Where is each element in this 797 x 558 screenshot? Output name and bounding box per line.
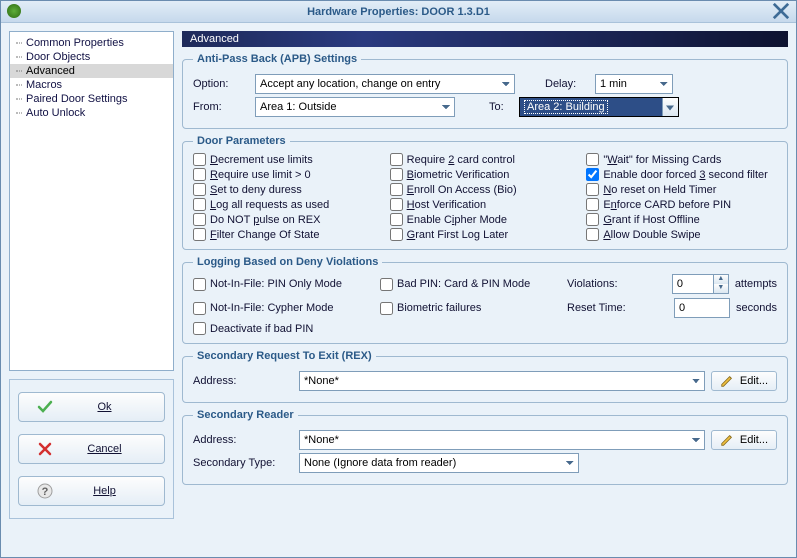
secondary-reader-group: Secondary Reader Address: *None* Edit...…: [182, 409, 788, 485]
svg-text:?: ?: [42, 486, 49, 498]
apb-option-select[interactable]: Accept any location, change on entry: [255, 74, 515, 94]
apb-to-label: To:: [489, 101, 513, 113]
door-params-group: Door Parameters Decrement use limits Req…: [182, 135, 788, 250]
nav-item-paired-door-settings[interactable]: Paired Door Settings: [10, 92, 173, 106]
apb-legend: Anti-Pass Back (APB) Settings: [193, 53, 361, 65]
edit-label: Edit...: [740, 375, 768, 387]
reader-edit-button[interactable]: Edit...: [711, 430, 777, 450]
window-title: Hardware Properties: DOOR 1.3.D1: [307, 6, 490, 18]
apb-group: Anti-Pass Back (APB) Settings Option: Ac…: [182, 53, 788, 129]
chk-nif-cypher[interactable]: Not-In-File: Cypher Mode: [193, 302, 374, 315]
nav-label: Macros: [26, 79, 62, 91]
nav-item-door-objects[interactable]: Door Objects: [10, 50, 173, 64]
violations-input[interactable]: [672, 274, 714, 294]
chk-set-to-deny-duress[interactable]: Set to deny duress: [193, 183, 384, 196]
chk-require-use-limit-gt-0[interactable]: Require use limit > 0: [193, 168, 384, 181]
chk-enroll-on-access-bio[interactable]: Enroll On Access (Bio): [390, 183, 581, 196]
chk-biometric-verification[interactable]: Biometric Verification: [390, 168, 581, 181]
reset-time-input[interactable]: [674, 298, 730, 318]
help-button[interactable]: ? Help: [18, 476, 165, 506]
chk-allow-double-swipe[interactable]: Allow Double Swipe: [586, 228, 777, 241]
cancel-label: Cancel: [73, 443, 156, 455]
ok-label: Ok: [73, 401, 156, 413]
pencil-icon: [720, 433, 734, 447]
help-label: Help: [73, 485, 156, 497]
cancel-button[interactable]: Cancel: [18, 434, 165, 464]
edit-label: Edit...: [740, 434, 768, 446]
section-header: Advanced: [182, 31, 788, 47]
dialog-buttons: Ok Cancel ? Help: [9, 379, 174, 519]
chk-bad-pin-card-and-pin[interactable]: Bad PIN: Card & PIN Mode: [380, 278, 561, 291]
chk-do-not-pulse-on-rex[interactable]: Do NOT pulse on REX: [193, 213, 384, 226]
nav-item-common-properties[interactable]: Common Properties: [10, 36, 173, 50]
nav-label: Auto Unlock: [26, 107, 85, 119]
logging-legend: Logging Based on Deny Violations: [193, 256, 382, 268]
ok-button[interactable]: Ok: [18, 392, 165, 422]
reader-sectype-select[interactable]: None (Ignore data from reader): [299, 453, 579, 473]
secondary-reader-legend: Secondary Reader: [193, 409, 298, 421]
violations-label: Violations:: [567, 278, 666, 290]
chk-decrement-use-limits[interactable]: Decrement use limits: [193, 153, 384, 166]
chk-log-all-requests-as-used[interactable]: Log all requests as used: [193, 198, 384, 211]
nav-label: Paired Door Settings: [26, 93, 128, 105]
x-icon: [37, 441, 53, 457]
reader-address-label: Address:: [193, 434, 293, 446]
apb-to-value: Area 2: Building: [524, 100, 608, 114]
chk-nif-pin-only[interactable]: Not-In-File: PIN Only Mode: [193, 278, 374, 291]
pencil-icon: [720, 374, 734, 388]
reader-sectype-label: Secondary Type:: [193, 457, 293, 469]
nav-item-advanced[interactable]: Advanced: [10, 64, 173, 78]
secondary-rex-legend: Secondary Request To Exit (REX): [193, 350, 376, 362]
chk-enable-door-forced-3s[interactable]: Enable door forced 3 second filter: [586, 168, 777, 181]
nav-item-macros[interactable]: Macros: [10, 78, 173, 92]
door-params-legend: Door Parameters: [193, 135, 290, 147]
apb-from-label: From:: [193, 101, 249, 113]
reader-address-select[interactable]: *None*: [299, 430, 705, 450]
chevron-down-icon: [662, 98, 678, 116]
spinner-arrows-icon[interactable]: ▲▼: [714, 274, 729, 294]
chk-require-2-card-control[interactable]: Require 2 card control: [390, 153, 581, 166]
reset-time-label: Reset Time:: [567, 302, 668, 314]
nav-tree: Common Properties Door Objects Advanced …: [9, 31, 174, 371]
apb-from-select[interactable]: Area 1: Outside: [255, 97, 455, 117]
section-header-label: Advanced: [190, 33, 239, 45]
chk-grant-first-log-later[interactable]: Grant First Log Later: [390, 228, 581, 241]
chk-enforce-card-before-pin[interactable]: Enforce CARD before PIN: [586, 198, 777, 211]
close-icon[interactable]: [772, 4, 790, 18]
chk-no-reset-on-held-timer[interactable]: No reset on Held Timer: [586, 183, 777, 196]
nav-label: Common Properties: [26, 37, 124, 49]
rex-address-label: Address:: [193, 375, 293, 387]
app-icon: [7, 4, 21, 18]
chk-biometric-failures[interactable]: Biometric failures: [380, 302, 561, 315]
help-icon: ?: [37, 483, 53, 499]
rex-address-select[interactable]: *None*: [299, 371, 705, 391]
apb-delay-label: Delay:: [545, 78, 589, 90]
titlebar: Hardware Properties: DOOR 1.3.D1: [1, 1, 796, 23]
chk-filter-change-of-state[interactable]: Filter Change Of State: [193, 228, 384, 241]
check-icon: [37, 399, 53, 415]
chk-host-verification[interactable]: Host Verification: [390, 198, 581, 211]
chk-enable-cipher-mode[interactable]: Enable Cipher Mode: [390, 213, 581, 226]
apb-delay-select[interactable]: 1 min: [595, 74, 673, 94]
chk-grant-if-host-offline[interactable]: Grant if Host Offline: [586, 213, 777, 226]
logging-group: Logging Based on Deny Violations Not-In-…: [182, 256, 788, 344]
rex-edit-button[interactable]: Edit...: [711, 371, 777, 391]
violations-spinner[interactable]: ▲▼: [672, 274, 729, 294]
apb-to-select[interactable]: Area 2: Building: [519, 97, 679, 117]
nav-label: Door Objects: [26, 51, 90, 63]
apb-option-label: Option:: [193, 78, 249, 90]
chk-wait-for-missing-cards[interactable]: "Wait" for Missing Cards: [586, 153, 777, 166]
nav-label: Advanced: [26, 65, 75, 77]
chk-deactivate-if-bad-pin[interactable]: Deactivate if bad PIN: [193, 322, 374, 335]
reset-time-unit: seconds: [736, 302, 777, 314]
secondary-rex-group: Secondary Request To Exit (REX) Address:…: [182, 350, 788, 403]
violations-unit: attempts: [735, 278, 777, 290]
nav-item-auto-unlock[interactable]: Auto Unlock: [10, 106, 173, 120]
